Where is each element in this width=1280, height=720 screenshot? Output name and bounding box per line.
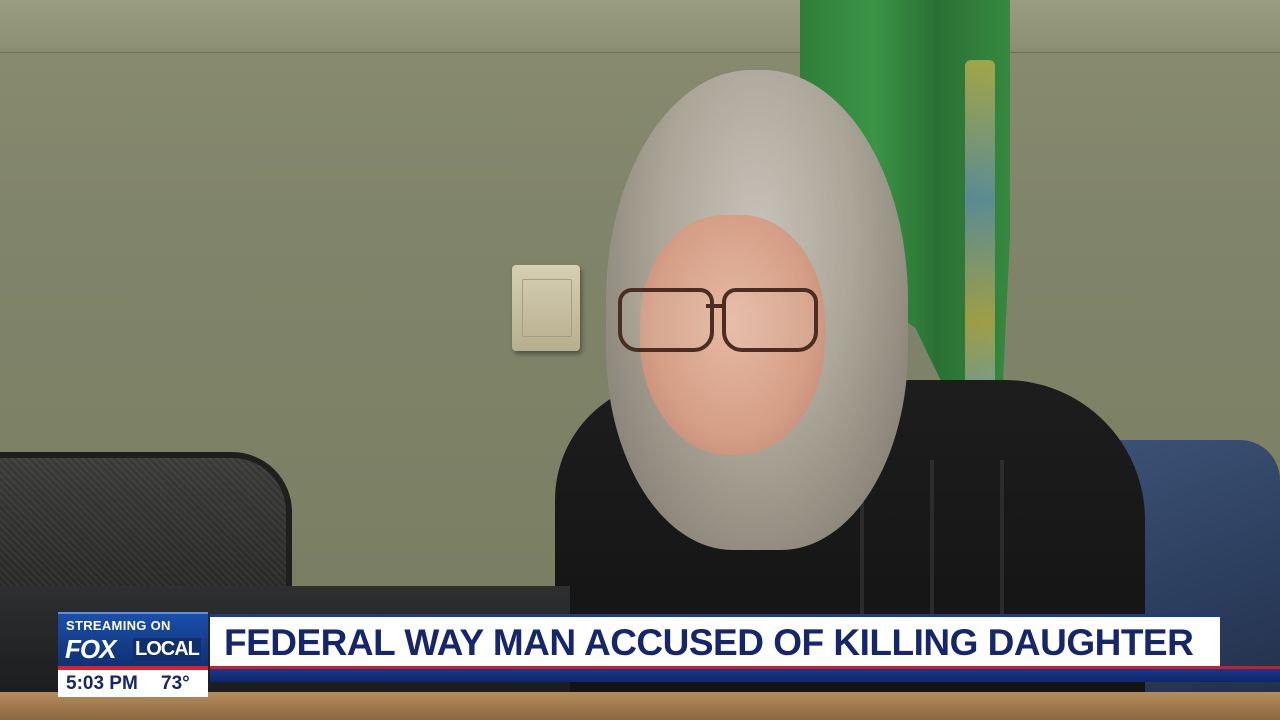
clock-time: 5:03 PM bbox=[66, 673, 138, 694]
headline-text: FEDERAL WAY MAN ACCUSED OF KILLING DAUGH… bbox=[224, 622, 1194, 663]
local-wordmark: LOCAL bbox=[133, 638, 201, 661]
wall-upper-panel bbox=[0, 0, 1280, 53]
temperature: 73° bbox=[161, 673, 190, 694]
fox-wordmark: FOX bbox=[65, 634, 116, 664]
time-temp-bug: 5:03 PM 73° bbox=[58, 670, 208, 697]
wall-seam bbox=[0, 50, 1280, 52]
red-accent-band bbox=[210, 666, 1280, 669]
eyeglasses bbox=[618, 288, 818, 352]
fox-local-logo: STREAMING ON FOX LOCAL bbox=[58, 612, 208, 670]
flag-seal bbox=[965, 60, 995, 410]
news-lower-third: STREAMING ON FOX LOCAL FEDERAL WAY MAN A… bbox=[58, 612, 1280, 698]
wall-switch-plate bbox=[512, 265, 580, 351]
ticker-band bbox=[210, 668, 1280, 682]
streaming-on-label: STREAMING ON bbox=[66, 618, 171, 633]
headline-banner: FEDERAL WAY MAN ACCUSED OF KILLING DAUGH… bbox=[210, 614, 1220, 668]
